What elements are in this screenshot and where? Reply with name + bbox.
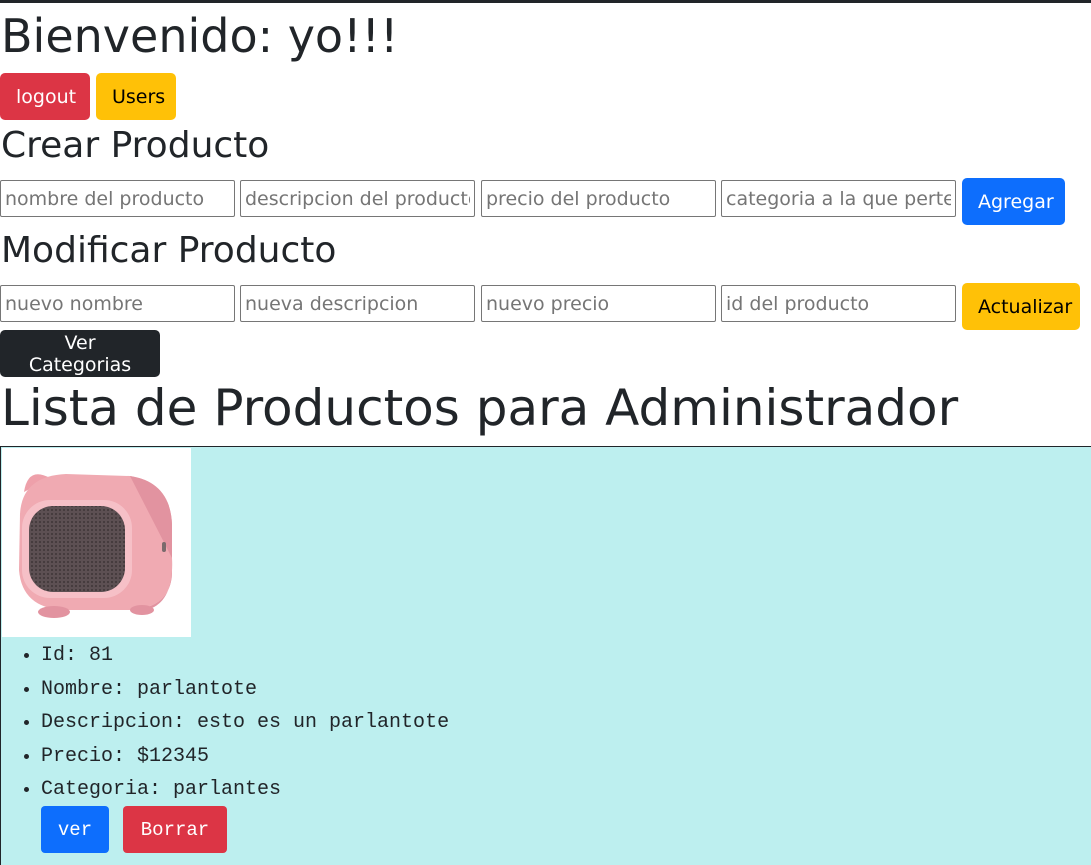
new-price-input[interactable] <box>481 285 716 322</box>
product-card: Id: 81 Nombre: parlantote Descripcion: e… <box>0 446 1091 865</box>
top-border <box>0 0 1091 3</box>
update-product-title: Modificar Producto <box>1 230 337 271</box>
product-price-input[interactable] <box>481 180 716 217</box>
product-name: Nombre: parlantote <box>41 673 449 707</box>
product-name-input[interactable] <box>0 180 235 217</box>
new-name-input[interactable] <box>0 285 235 322</box>
welcome-heading: Bienvenido: yo!!! <box>1 9 399 63</box>
product-details-list: Id: 81 Nombre: parlantote Descripcion: e… <box>20 639 449 807</box>
new-description-input[interactable] <box>240 285 475 322</box>
product-id-input[interactable] <box>721 285 956 322</box>
view-product-button[interactable]: ver <box>41 806 109 853</box>
users-button[interactable]: Users <box>96 73 176 120</box>
view-categories-button[interactable]: Ver Categorias <box>0 330 160 377</box>
product-category-input[interactable] <box>721 180 956 217</box>
product-description: Descripcion: esto es un parlantote <box>41 706 449 740</box>
product-price: Precio: $12345 <box>41 740 449 774</box>
create-product-title: Crear Producto <box>1 125 270 166</box>
product-description-input[interactable] <box>240 180 475 217</box>
speaker-image <box>19 474 173 618</box>
product-id: Id: 81 <box>41 639 449 673</box>
add-product-button[interactable]: Agregar <box>962 178 1065 225</box>
delete-product-button[interactable]: Borrar <box>123 806 227 853</box>
update-product-button[interactable]: Actualizar <box>962 283 1080 330</box>
product-list-title: Lista de Productos para Administrador <box>1 379 959 437</box>
product-category: Categoria: parlantes <box>41 773 449 807</box>
product-image <box>2 448 191 637</box>
logout-button[interactable]: logout <box>0 73 90 120</box>
